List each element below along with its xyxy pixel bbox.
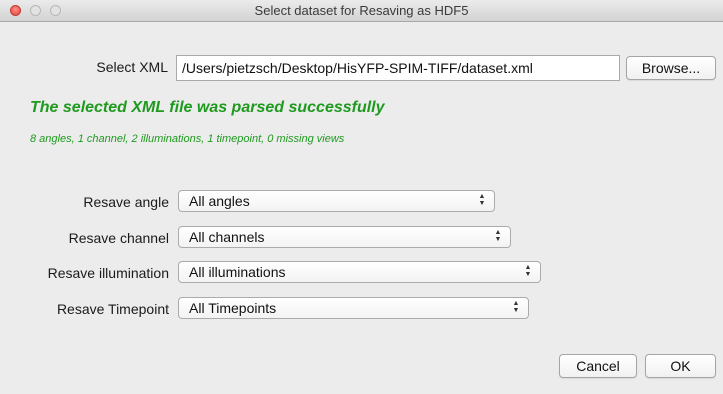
resave-angle-label: Resave angle [83, 194, 169, 210]
resave-channel-select[interactable]: All channels ▲ ▼ [178, 226, 511, 248]
resave-angle-select[interactable]: All angles ▲ ▼ [178, 190, 495, 212]
resave-illumination-label: Resave illumination [47, 265, 169, 281]
dialog-window: Select dataset for Resaving as HDF5 Sele… [0, 0, 723, 394]
resave-illumination-select[interactable]: All illuminations ▲ ▼ [178, 261, 541, 283]
updown-arrows-icon: ▲ ▼ [512, 300, 520, 314]
resave-angle-value: All angles [189, 193, 250, 209]
ok-button[interactable]: OK [645, 354, 716, 378]
resave-channel-label: Resave channel [68, 230, 169, 246]
cancel-button[interactable]: Cancel [559, 354, 637, 378]
updown-arrows-icon: ▲ ▼ [524, 264, 532, 278]
title-bar[interactable]: Select dataset for Resaving as HDF5 [0, 0, 723, 22]
window-title: Select dataset for Resaving as HDF5 [254, 3, 469, 18]
resave-channel-value: All channels [189, 229, 265, 245]
browse-button[interactable]: Browse... [626, 56, 716, 80]
resave-timepoint-select[interactable]: All Timepoints ▲ ▼ [178, 297, 529, 319]
select-xml-label: Select XML [96, 59, 168, 75]
resave-illumination-value: All illuminations [189, 264, 286, 280]
parse-status-title: The selected XML file was parsed success… [30, 99, 385, 116]
resave-timepoint-value: All Timepoints [189, 300, 277, 316]
updown-arrows-icon: ▲ ▼ [478, 193, 486, 207]
updown-arrows-icon: ▲ ▼ [494, 229, 502, 243]
resave-timepoint-label: Resave Timepoint [56, 301, 169, 317]
parse-status-details: 8 angles, 1 channel, 2 illuminations, 1 … [30, 133, 345, 145]
xml-path-field[interactable]: /Users/pietzsch/Desktop/HisYFP-SPIM-TIFF… [176, 55, 620, 81]
